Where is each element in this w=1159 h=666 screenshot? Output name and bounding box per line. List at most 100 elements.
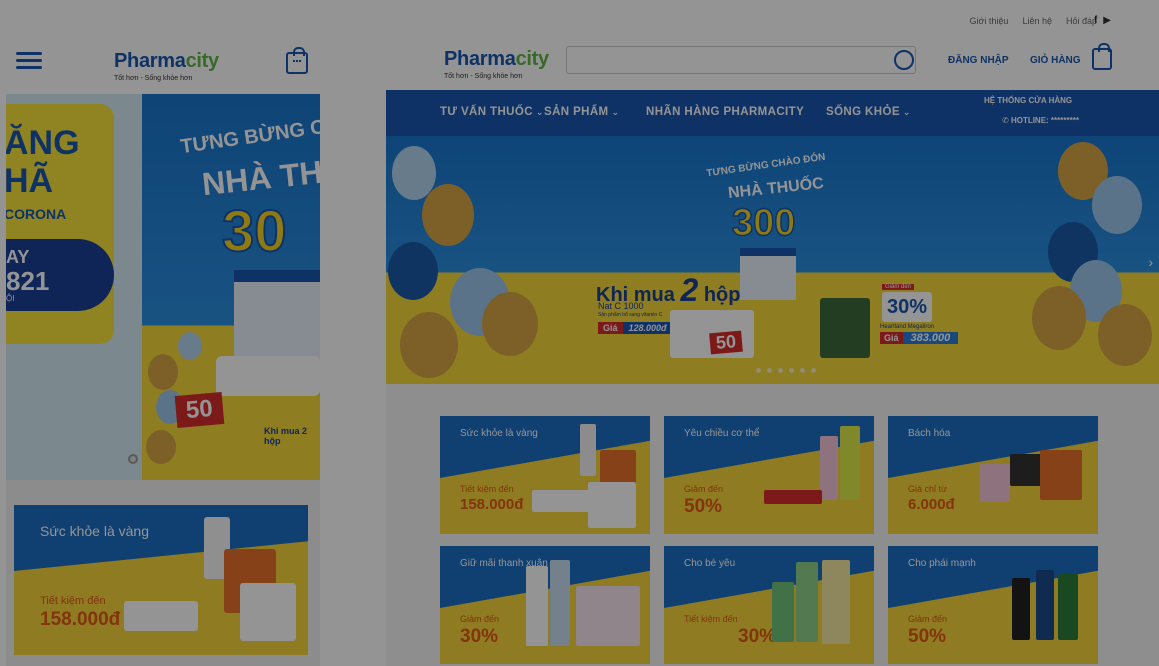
balloon-icon [388,242,438,300]
price-left: Giá 128.000đ [598,322,673,334]
card-line3: CORONA [6,206,67,222]
tile-value: 30% [460,626,499,647]
nav-item-nhan-hang[interactable]: NHÃN HÀNG PHARMACITY [646,106,807,118]
promo-tile-phai-manh[interactable]: Cho phái mạnh Giảm đến 50% [888,546,1098,664]
product-image [1058,574,1078,640]
product-box [240,583,296,641]
product-name: Nat C 1000 [598,301,644,311]
logo-brand-b: city [515,48,550,70]
promo-value: 158.000đ [40,609,121,630]
tile-label: Giảm đến [684,484,724,494]
balloon-icon [400,312,458,378]
product-image [1040,450,1082,500]
product-image [772,582,794,642]
tile-value: 50% [684,496,723,517]
tile-title: Cho bé yêu [684,558,736,569]
pill-line1: AY [6,247,30,267]
balloon-icon [1032,286,1086,350]
khi-mua-text: Khi mua 2 hộp [264,426,308,446]
link-contact[interactable]: Liên hệ [1022,16,1052,26]
balloon-icon [422,184,474,246]
tile-value: 30% [738,626,777,647]
nav-item-san-pham[interactable]: SẢN PHẨM [544,106,620,118]
facebook-icon[interactable]: f [1094,15,1097,26]
product-subtitle: Sản phẩm bổ sung vitamin C [598,312,663,318]
nav-item-song-khoe[interactable]: SỐNG KHỎE [826,106,911,118]
mobile-view: Pharmacity Tốt hơn - Sống khỏe hơn ĂNG H… [6,10,320,666]
search-input[interactable] [566,46,916,74]
product-image [1036,570,1054,640]
link-about[interactable]: Giới thiệu [970,16,1009,26]
tile-label: Tiết kiệm đến [460,484,514,494]
search-icon[interactable] [894,50,914,70]
promo-label: Tiết kiệm đến [40,595,106,607]
pill-line2: 821 [6,266,50,296]
promo-tile-bach-hoa[interactable]: Bách hóa Giá chỉ từ 6.000đ [888,416,1098,534]
main-nav: TƯ VẤN THUỐC SẢN PHẨM NHÃN HÀNG PHARMACI… [386,90,1159,136]
mobile-banner[interactable]: ĂNG HÃ CORONA AY 821 ỘI TƯNG BỪNG C NHÀ … [6,94,320,480]
price-left-label: Giá [598,322,623,334]
chevron-right-icon[interactable]: › [1148,254,1153,270]
carousel-dot[interactable] [128,454,138,464]
price-right-value: 383.000 [902,332,959,344]
card-line1: ĂNG [6,124,80,162]
hotline-text[interactable]: HOTLINE: ********* [1002,116,1079,125]
tile-label: Giá chỉ từ [908,484,948,494]
desktop-header: Giới thiệu Liên hệ Hỏi đáp f ▶ Pharmacit… [386,10,1159,90]
product-image [580,424,596,476]
banner-title-2: NHÀ THUỐC [727,175,825,202]
card-line2: HÃ [6,162,54,200]
tile-value: 158.000đ [460,496,524,513]
link-faq[interactable]: Hỏi đáp [1066,16,1097,26]
banner-300: 300 [731,201,796,245]
carousel-dots[interactable] [756,368,816,373]
login-button[interactable]: ĐĂNG NHẬP [948,55,1009,66]
khi-mua-number: 2 [680,272,699,308]
desktop-view: Giới thiệu Liên hệ Hỏi đáp f ▶ Pharmacit… [386,10,1159,666]
logo-brand-a: Pharma [114,50,186,72]
balloon-icon [146,430,176,464]
product-bottles [216,356,320,396]
desktop-logo[interactable]: Pharmacity Tốt hơn - Sống khỏe hơn [444,48,549,80]
discount-badge: 50 [174,392,225,428]
promo-tile-suc-khoe[interactable]: Sức khỏe là vàng Tiết kiệm đến 158.000đ [440,416,650,534]
logo-tagline: Tốt hơn - Sống khỏe hơn [444,73,523,80]
product-image [526,566,548,646]
cart-icon[interactable] [286,47,308,74]
banner-title-1: TƯNG BỪNG C [179,115,320,159]
product-jar [820,298,870,358]
top-links: Giới thiệu Liên hệ Hỏi đáp [970,16,1097,26]
promo-tile-cho-be-yeu[interactable]: Cho bé yêu Tiết kiệm đến 30% [664,546,874,664]
store-illustration [740,248,796,300]
price-left-value: 128.000đ [622,322,673,334]
cart-icon[interactable] [1092,43,1112,70]
mobile-logo[interactable]: Pharmacity Tốt hơn - Sống khỏe hơn [114,50,219,82]
balloon-icon [1092,176,1142,234]
product-box [124,601,198,631]
promo-grid: Sức khỏe là vàng Tiết kiệm đến 158.000đ … [440,416,1098,664]
product-image [532,490,590,512]
banner-left-slide: ĂNG HÃ CORONA AY 821 ỘI [6,94,142,480]
price-right: Giá 383.000 [880,332,959,344]
youtube-icon[interactable]: ▶ [1103,15,1111,26]
desktop-banner[interactable]: TƯNG BỪNG CHÀO ĐÓN NHÀ THUỐC 300 Khi mua… [386,136,1159,384]
store-system-link[interactable]: HỆ THỐNG CỬA HÀNG [984,96,1072,105]
logo-brand-a: Pharma [444,48,516,70]
tile-title: Sức khỏe là vàng [460,428,538,439]
store-illustration [234,270,320,360]
khi-mua-unit: hộp [703,284,741,306]
mobile-promo-tile[interactable]: Sức khỏe là vàng Tiết kiệm đến 158.000đ [14,505,308,655]
promo-tile-yeu-chieu[interactable]: Yêu chiều cơ thể Giảm đến 50% [664,416,874,534]
mobile-header: Pharmacity Tốt hơn - Sống khỏe hơn [6,10,320,94]
product-image [820,436,838,500]
logo-brand-b: city [185,50,220,72]
product-image [796,562,818,642]
hamburger-menu-icon[interactable] [16,48,42,72]
product-image [550,560,570,646]
cart-button[interactable]: GIỎ HÀNG [1030,55,1081,66]
tile-value: 6.000đ [908,496,955,513]
nav-item-tu-van-thuoc[interactable]: TƯ VẤN THUỐC [440,106,544,118]
promo-tile-giu-mai[interactable]: Giữ mãi thanh xuân Giảm đến 30% [440,546,650,664]
tile-label: Tiết kiệm đến [684,614,738,624]
product-image [576,586,640,646]
